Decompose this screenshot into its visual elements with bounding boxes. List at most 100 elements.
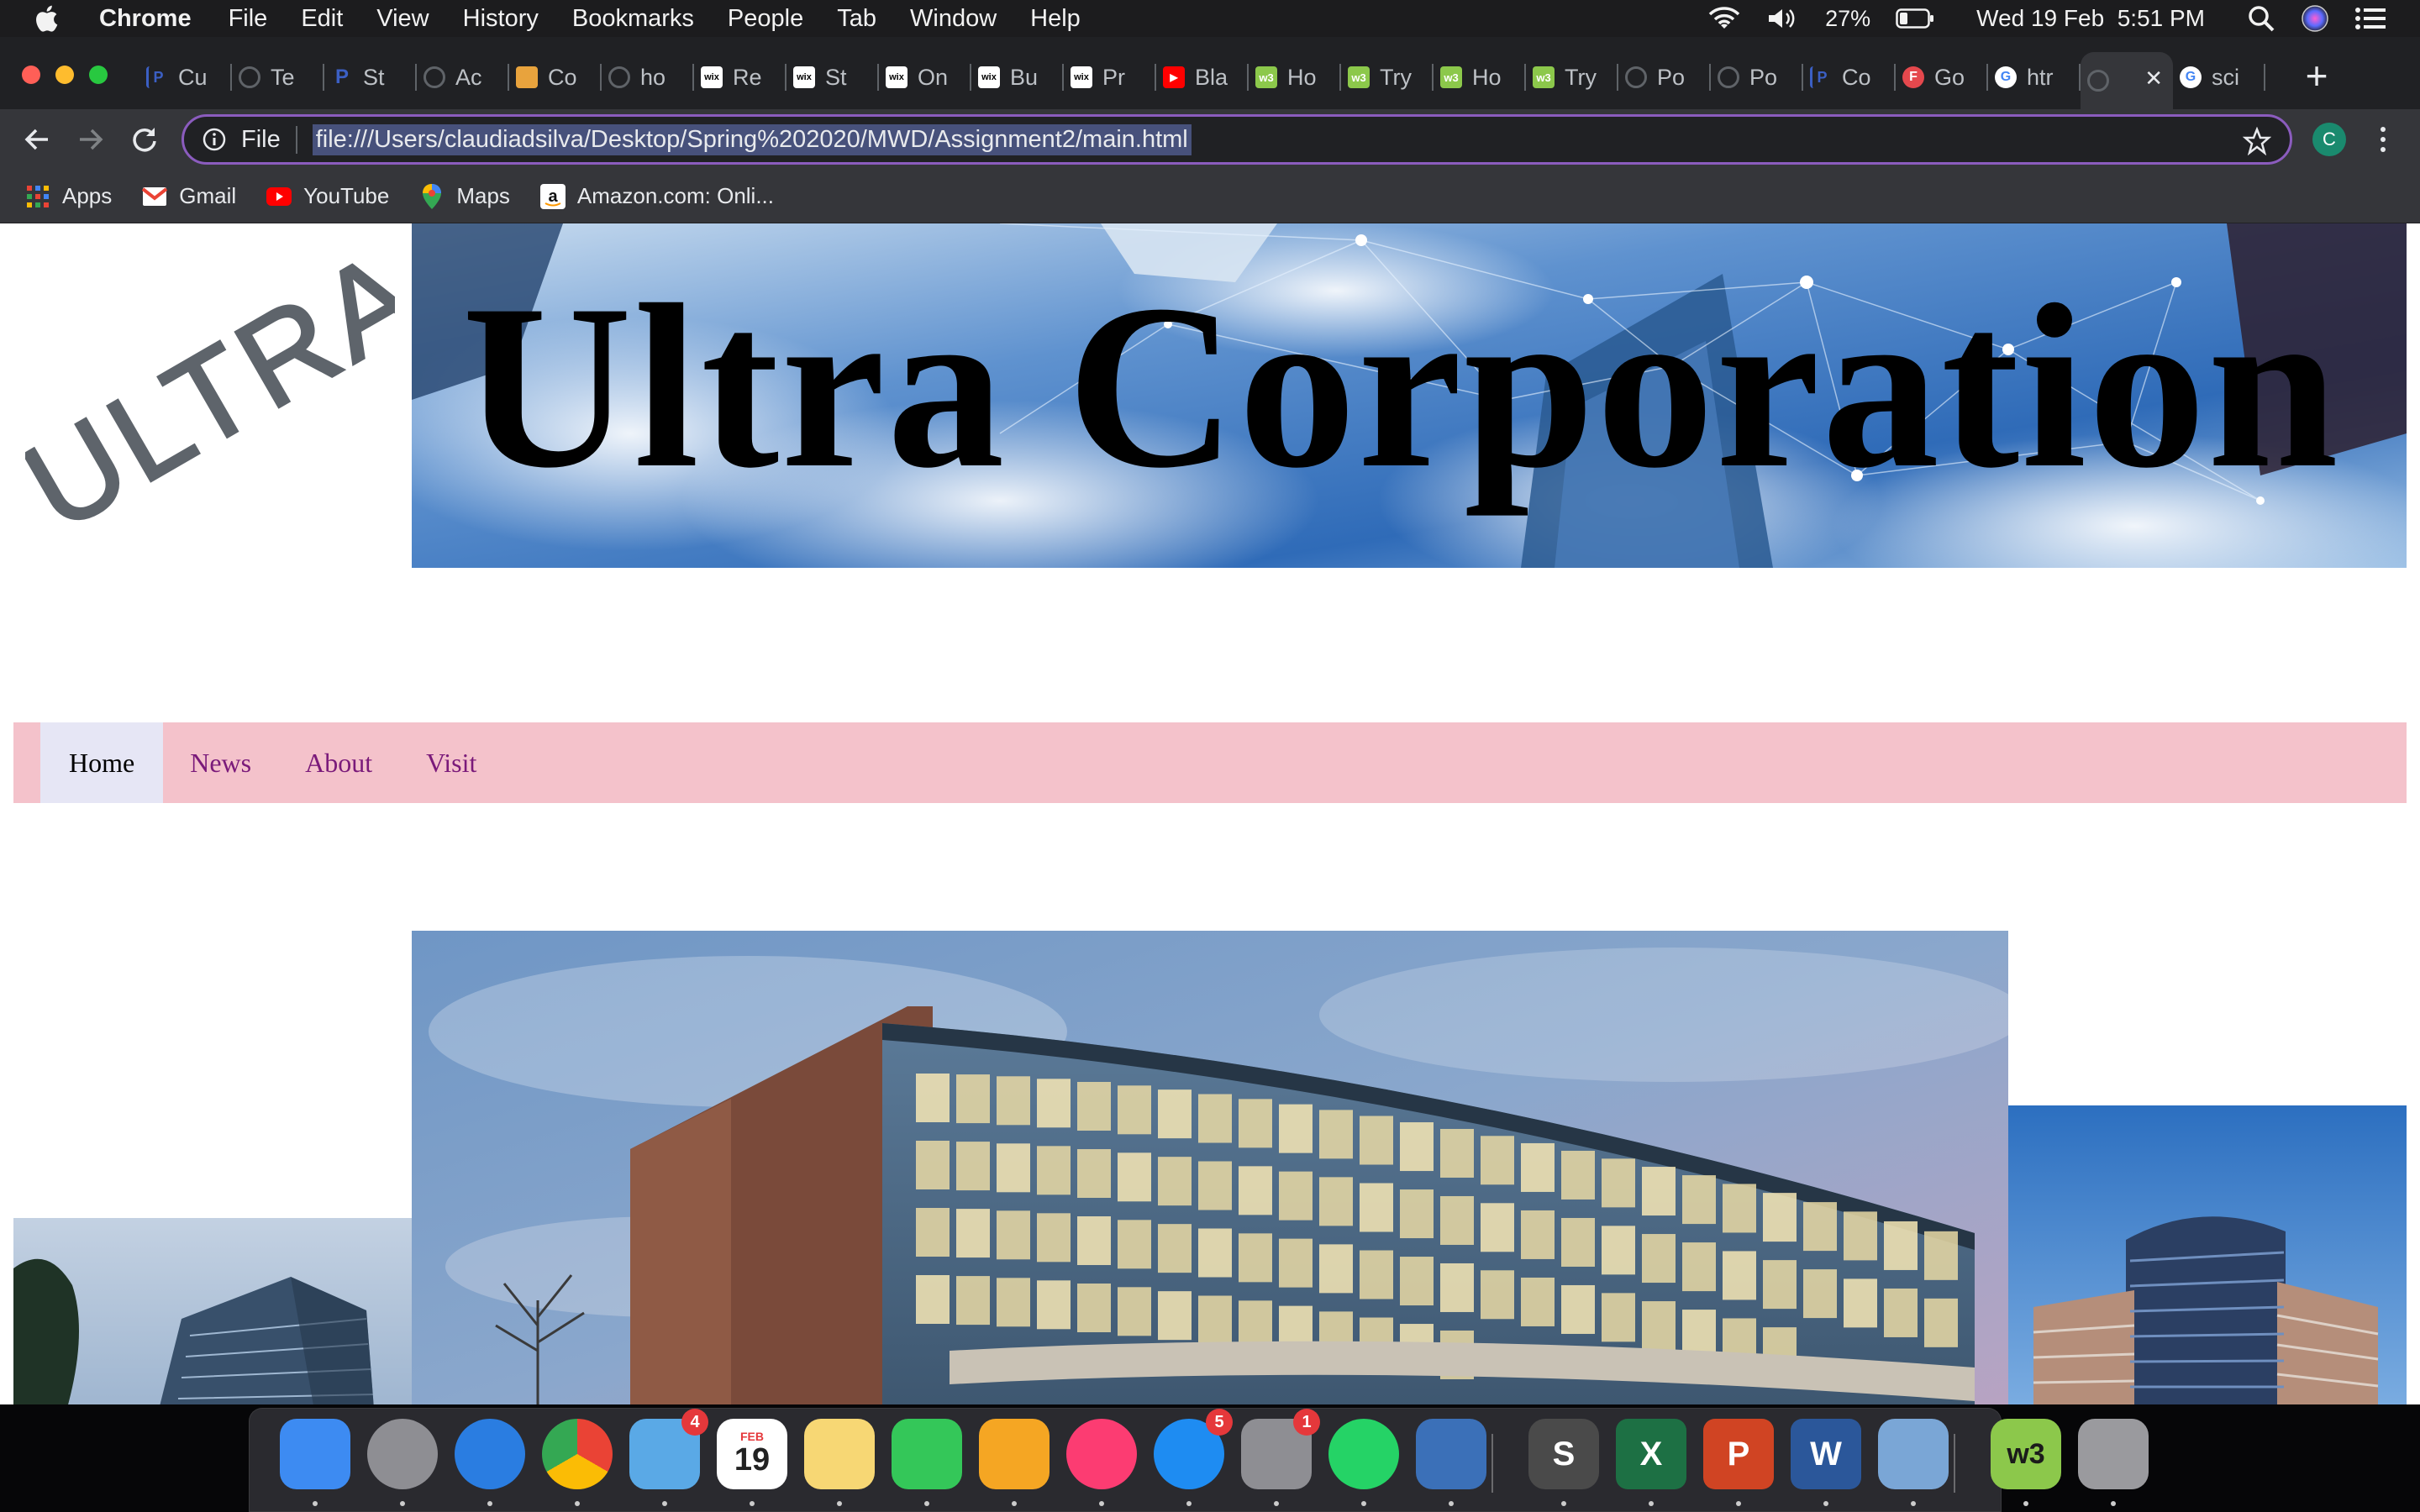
window-pane — [1158, 1224, 1192, 1273]
bookmark-youtube[interactable]: YouTube — [266, 183, 389, 209]
ultra-logo[interactable]: ULTRA — [25, 240, 395, 559]
w3schools-icon: w3 — [1440, 66, 1462, 88]
f-icon: F — [1902, 66, 1924, 88]
menu-bookmarks[interactable]: Bookmarks — [572, 5, 694, 33]
browser-tab[interactable]: w3 Ho — [1249, 52, 1341, 102]
nav-home[interactable]: Home — [40, 722, 164, 803]
browser-tab[interactable]: w3 Ho — [1434, 52, 1526, 102]
close-tab-icon[interactable]: ✕ — [2144, 66, 2163, 92]
facetime-icon[interactable] — [892, 1419, 962, 1489]
menu-file[interactable]: File — [229, 5, 268, 33]
reload-button[interactable] — [124, 119, 165, 160]
trash-icon[interactable] — [2078, 1419, 2149, 1489]
zoom-window-button[interactable] — [89, 66, 108, 84]
browser-tab[interactable]: Po — [1711, 52, 1803, 102]
browser-tab[interactable]: wix Bu — [971, 52, 1064, 102]
bookmark-star-icon[interactable] — [2243, 127, 2271, 155]
bookmark-apps[interactable]: Apps — [25, 183, 112, 209]
new-tab-button[interactable]: + — [2296, 56, 2337, 97]
profile-avatar[interactable]: C — [2312, 123, 2346, 156]
notification-badge: 4 — [681, 1409, 708, 1436]
nav-visit[interactable]: Visit — [399, 722, 503, 803]
menu-app-name[interactable]: Chrome — [99, 5, 192, 33]
bookmark-label: YouTube — [303, 183, 390, 208]
word-icon[interactable]: W — [1791, 1419, 1861, 1489]
browser-tab[interactable]: P Cu — [139, 52, 232, 102]
pages-icon[interactable] — [979, 1419, 1050, 1489]
browser-tab[interactable]: Po — [1618, 52, 1711, 102]
nav-about[interactable]: About — [278, 722, 399, 803]
bookmark-maps[interactable]: Maps — [419, 183, 510, 209]
siri-icon[interactable] — [2301, 4, 2329, 33]
info-icon[interactable] — [201, 126, 228, 153]
running-indicator — [1561, 1501, 1566, 1506]
dock-divider — [1954, 1434, 1955, 1493]
browser-tab[interactable]: ✕ — [2081, 52, 2173, 109]
finder-icon[interactable] — [280, 1419, 350, 1489]
preview-icon[interactable] — [1878, 1419, 1949, 1489]
chrome-icon[interactable] — [542, 1419, 613, 1489]
w3schools-icon[interactable]: w3 — [1991, 1419, 2061, 1489]
volume-icon[interactable] — [1766, 6, 1800, 31]
wifi-icon[interactable] — [1707, 6, 1741, 31]
browser-tab[interactable]: Co — [509, 52, 602, 102]
window-pane — [1198, 1295, 1232, 1345]
window-pane — [1279, 1171, 1313, 1221]
menu-help[interactable]: Help — [1030, 5, 1081, 33]
browser-tab[interactable]: Gsci — [2173, 52, 2265, 102]
notification-center-icon[interactable] — [2354, 6, 2386, 31]
whatsapp-icon[interactable] — [1328, 1419, 1399, 1489]
tab-title: Co — [548, 64, 577, 90]
menu-people[interactable]: People — [728, 5, 803, 33]
virtualbox-icon[interactable] — [1416, 1419, 1486, 1489]
window-pane — [1400, 1122, 1434, 1172]
forward-button[interactable] — [71, 119, 111, 160]
apple-logo-icon[interactable] — [34, 4, 59, 33]
browser-tab[interactable]: wix Pr — [1064, 52, 1156, 102]
menu-tab[interactable]: Tab — [837, 5, 876, 33]
browser-tab[interactable]: P Co — [1803, 52, 1896, 102]
running-indicator — [1911, 1501, 1916, 1506]
bookmark-gmail[interactable]: Gmail — [142, 183, 236, 209]
notes-icon[interactable] — [804, 1419, 875, 1489]
browser-tab[interactable]: ▶ Bla — [1156, 52, 1249, 102]
close-window-button[interactable] — [22, 66, 40, 84]
globe-icon — [1625, 66, 1647, 88]
browser-tab[interactable]: F Go — [1896, 52, 1988, 102]
itunes-icon[interactable] — [1066, 1419, 1137, 1489]
safari-icon[interactable] — [455, 1419, 525, 1489]
menu-window[interactable]: Window — [910, 5, 997, 33]
window-pane — [1077, 1284, 1111, 1333]
browser-tab[interactable]: Ghtr — [1988, 52, 2081, 102]
browser-tab[interactable]: wix On — [879, 52, 971, 102]
powerpoint-icon[interactable]: P — [1703, 1419, 1774, 1489]
launchpad-icon[interactable] — [367, 1419, 438, 1489]
nav-news[interactable]: News — [163, 722, 278, 803]
url-text[interactable]: file:///Users/claudiadsilva/Desktop/Spri… — [312, 123, 1192, 155]
sublime-text-icon[interactable]: S — [1528, 1419, 1599, 1489]
browser-tab[interactable]: ho — [602, 52, 694, 102]
browser-tab[interactable]: w3 Try — [1526, 52, 1618, 102]
clock[interactable]: Wed 19 Feb 5:51 PM — [1976, 5, 2205, 32]
browser-tab[interactable]: wix Re — [694, 52, 786, 102]
browser-tab[interactable]: w3 Try — [1341, 52, 1434, 102]
calendar-icon[interactable]: FEB 19 — [717, 1419, 787, 1489]
address-bar[interactable]: File file:///Users/claudiadsilva/Desktop… — [182, 114, 2292, 165]
back-button[interactable] — [17, 119, 57, 160]
menu-view[interactable]: View — [376, 5, 429, 33]
browser-tab[interactable]: P St — [324, 52, 417, 102]
excel-icon[interactable]: X — [1616, 1419, 1686, 1489]
minimize-window-button[interactable] — [55, 66, 74, 84]
battery-icon[interactable] — [1896, 8, 1934, 29]
menu-history[interactable]: History — [463, 5, 539, 33]
window-pane — [1360, 1250, 1393, 1299]
browser-tab[interactable]: wix St — [786, 52, 879, 102]
menu-edit[interactable]: Edit — [301, 5, 343, 33]
more-menu-icon[interactable] — [2375, 124, 2391, 155]
bookmark-amazon[interactable]: a Amazon.com: Onli... — [539, 183, 774, 209]
browser-tab[interactable]: Ac — [417, 52, 509, 102]
gmail-icon — [142, 184, 168, 209]
site-scheme-chip[interactable]: File — [241, 125, 297, 154]
spotlight-search-icon[interactable] — [2247, 4, 2275, 33]
browser-tab[interactable]: Te — [232, 52, 324, 102]
